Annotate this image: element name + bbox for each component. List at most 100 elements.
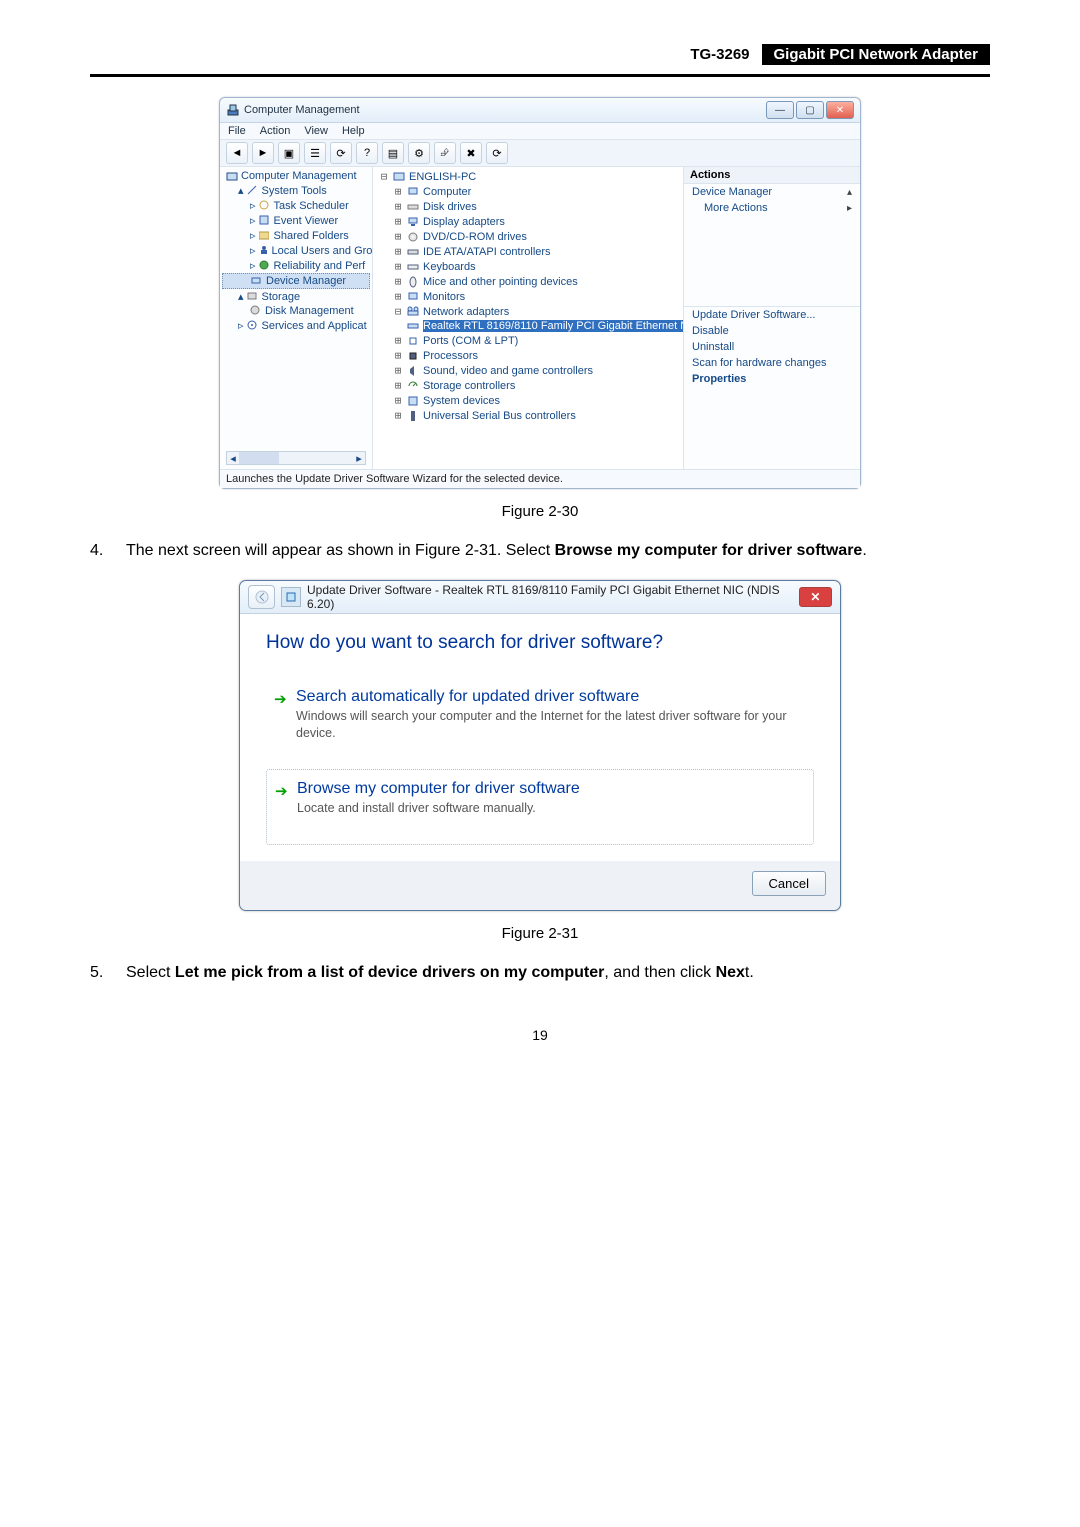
tree-device-manager[interactable]: Device Manager (222, 273, 370, 289)
device-usb[interactable]: ⊞Universal Serial Bus controllers (377, 408, 679, 423)
action-scan[interactable]: Scan for hardware changes (684, 355, 860, 371)
statusbar: Launches the Update Driver Software Wiza… (220, 469, 860, 488)
device-disk[interactable]: ⊞Disk drives (377, 199, 679, 214)
device-ide[interactable]: ⊞IDE ATA/ATAPI controllers (377, 244, 679, 259)
window-icon (226, 103, 240, 117)
wrench-icon (247, 185, 259, 197)
action-uninstall[interactable]: Uninstall (684, 339, 860, 355)
step4-text: 4.The next screen will appear as shown i… (90, 538, 990, 564)
scroll-left-icon[interactable]: ◂ (227, 452, 239, 464)
nic-icon (407, 320, 419, 332)
back-button-icon[interactable] (248, 585, 275, 609)
action-properties[interactable]: Properties (684, 371, 860, 387)
device-storage-ctrl[interactable]: ⊞Storage controllers (377, 378, 679, 393)
device-dvd[interactable]: ⊞DVD/CD-ROM drives (377, 229, 679, 244)
model-label: TG-3269 (678, 46, 761, 63)
action-more[interactable]: More Actions▸ (684, 200, 860, 216)
arrow-icon: ➔ (275, 782, 288, 800)
device-nic-selected[interactable]: Realtek RTL 8169/8110 Family PCI Gigabit… (377, 319, 679, 333)
chevron-right-icon: ▸ (847, 203, 852, 214)
pc-icon (393, 171, 405, 183)
tree-services[interactable]: ▹ Services and Applicat (222, 318, 370, 333)
sound-icon (407, 365, 419, 377)
close-button[interactable]: ✕ (826, 101, 854, 119)
device-system[interactable]: ⊞System devices (377, 393, 679, 408)
display-icon (407, 216, 419, 228)
toolbar: ◄ ► ▣ ☰ ⟳ ? ▤ ⚙ ⮵ ✖ ⟳ (220, 140, 860, 167)
option1-title: Search automatically for updated driver … (296, 688, 800, 706)
rescan-icon[interactable]: ⟳ (486, 142, 508, 164)
option2-desc: Locate and install driver software manua… (297, 800, 799, 816)
keyboard-icon (407, 261, 419, 273)
device-tree: ⊟ENGLISH-PC ⊞Computer ⊞Disk drives ⊞Disp… (373, 167, 683, 469)
mouse-icon (407, 276, 419, 288)
tree-local-users[interactable]: ▹ Local Users and Gro (222, 243, 370, 258)
menu-file[interactable]: File (228, 125, 246, 137)
device-ports[interactable]: ⊞Ports (COM & LPT) (377, 333, 679, 348)
left-tree: Computer Management ▴ System Tools ▹ Tas… (220, 167, 373, 469)
tree-root[interactable]: Computer Management (222, 169, 370, 183)
tree-reliability[interactable]: ▹ Reliability and Perf (222, 258, 370, 273)
figure-caption-2: Figure 2-31 (90, 925, 990, 942)
maximize-button[interactable]: ▢ (796, 101, 824, 119)
ide-icon (407, 246, 419, 258)
help-button[interactable]: ? (356, 142, 378, 164)
up-button[interactable]: ▣ (278, 142, 300, 164)
forward-button[interactable]: ► (252, 142, 274, 164)
device-computer[interactable]: ⊞Computer (377, 184, 679, 199)
scroll-right-icon[interactable]: ▸ (353, 452, 365, 464)
update-icon[interactable]: ⚙ (408, 142, 430, 164)
cancel-button[interactable]: Cancel (752, 871, 826, 896)
device-pc[interactable]: ⊟ENGLISH-PC (377, 169, 679, 184)
device-network[interactable]: ⊟Network adapters (377, 304, 679, 319)
device-processors[interactable]: ⊞Processors (377, 348, 679, 363)
properties-button[interactable]: ▤ (382, 142, 404, 164)
dialog-heading: How do you want to search for driver sof… (266, 632, 814, 654)
dvd-icon (407, 231, 419, 243)
action-device-manager[interactable]: Device Manager▴ (684, 184, 860, 200)
action-update[interactable]: Update Driver Software... (684, 307, 860, 323)
computer-management-window: Computer Management — ▢ ✕ File Action Vi… (219, 97, 861, 489)
window-title: Computer Management (244, 104, 360, 116)
left-scrollbar[interactable]: ◂ ▸ (226, 451, 366, 465)
dialog-close-button[interactable]: ✕ (799, 587, 832, 607)
actions-header: Actions (684, 167, 860, 184)
menu-help[interactable]: Help (342, 125, 365, 137)
harddrive-icon (407, 201, 419, 213)
tree-system-tools[interactable]: ▴ System Tools (222, 183, 370, 198)
refresh-button[interactable]: ⟳ (330, 142, 352, 164)
option-browse[interactable]: ➔ Browse my computer for driver software… (266, 769, 814, 845)
tree-task-scheduler[interactable]: ▹ Task Scheduler (222, 198, 370, 213)
menu-view[interactable]: View (304, 125, 328, 137)
minimize-button[interactable]: — (766, 101, 794, 119)
window-titlebar[interactable]: Computer Management — ▢ ✕ (220, 98, 860, 123)
device-display[interactable]: ⊞Display adapters (377, 214, 679, 229)
uninstall-icon[interactable]: ✖ (460, 142, 482, 164)
device-sound[interactable]: ⊞Sound, video and game controllers (377, 363, 679, 378)
dialog-titlebar[interactable]: Update Driver Software - Realtek RTL 816… (240, 581, 840, 614)
computer-mgmt-icon (226, 170, 238, 182)
back-button[interactable]: ◄ (226, 142, 248, 164)
action-disable[interactable]: Disable (684, 323, 860, 339)
collapse-icon: ▴ (847, 187, 852, 198)
device-mice[interactable]: ⊞Mice and other pointing devices (377, 274, 679, 289)
tree-event-viewer[interactable]: ▹ Event Viewer (222, 213, 370, 228)
cpu-icon (407, 350, 419, 362)
users-icon (259, 245, 269, 257)
tree-disk-management[interactable]: Disk Management (222, 304, 370, 318)
monitor-icon (407, 291, 419, 303)
option-search-auto[interactable]: ➔ Search automatically for updated drive… (266, 678, 814, 755)
tree-storage[interactable]: ▴ Storage (222, 289, 370, 304)
scroll-thumb[interactable] (239, 452, 279, 464)
computer-icon (407, 186, 419, 198)
device-monitors[interactable]: ⊞Monitors (377, 289, 679, 304)
document-header: TG-3269 Gigabit PCI Network Adapter (90, 40, 990, 68)
disable-icon[interactable]: ⮵ (434, 142, 456, 164)
menu-action[interactable]: Action (260, 125, 291, 137)
header-rule (90, 74, 990, 77)
scan-icon[interactable]: ☰ (304, 142, 326, 164)
arrow-icon: ➔ (274, 690, 287, 708)
option2-title: Browse my computer for driver software (297, 780, 799, 798)
tree-shared-folders[interactable]: ▹ Shared Folders (222, 228, 370, 243)
device-keyboards[interactable]: ⊞Keyboards (377, 259, 679, 274)
